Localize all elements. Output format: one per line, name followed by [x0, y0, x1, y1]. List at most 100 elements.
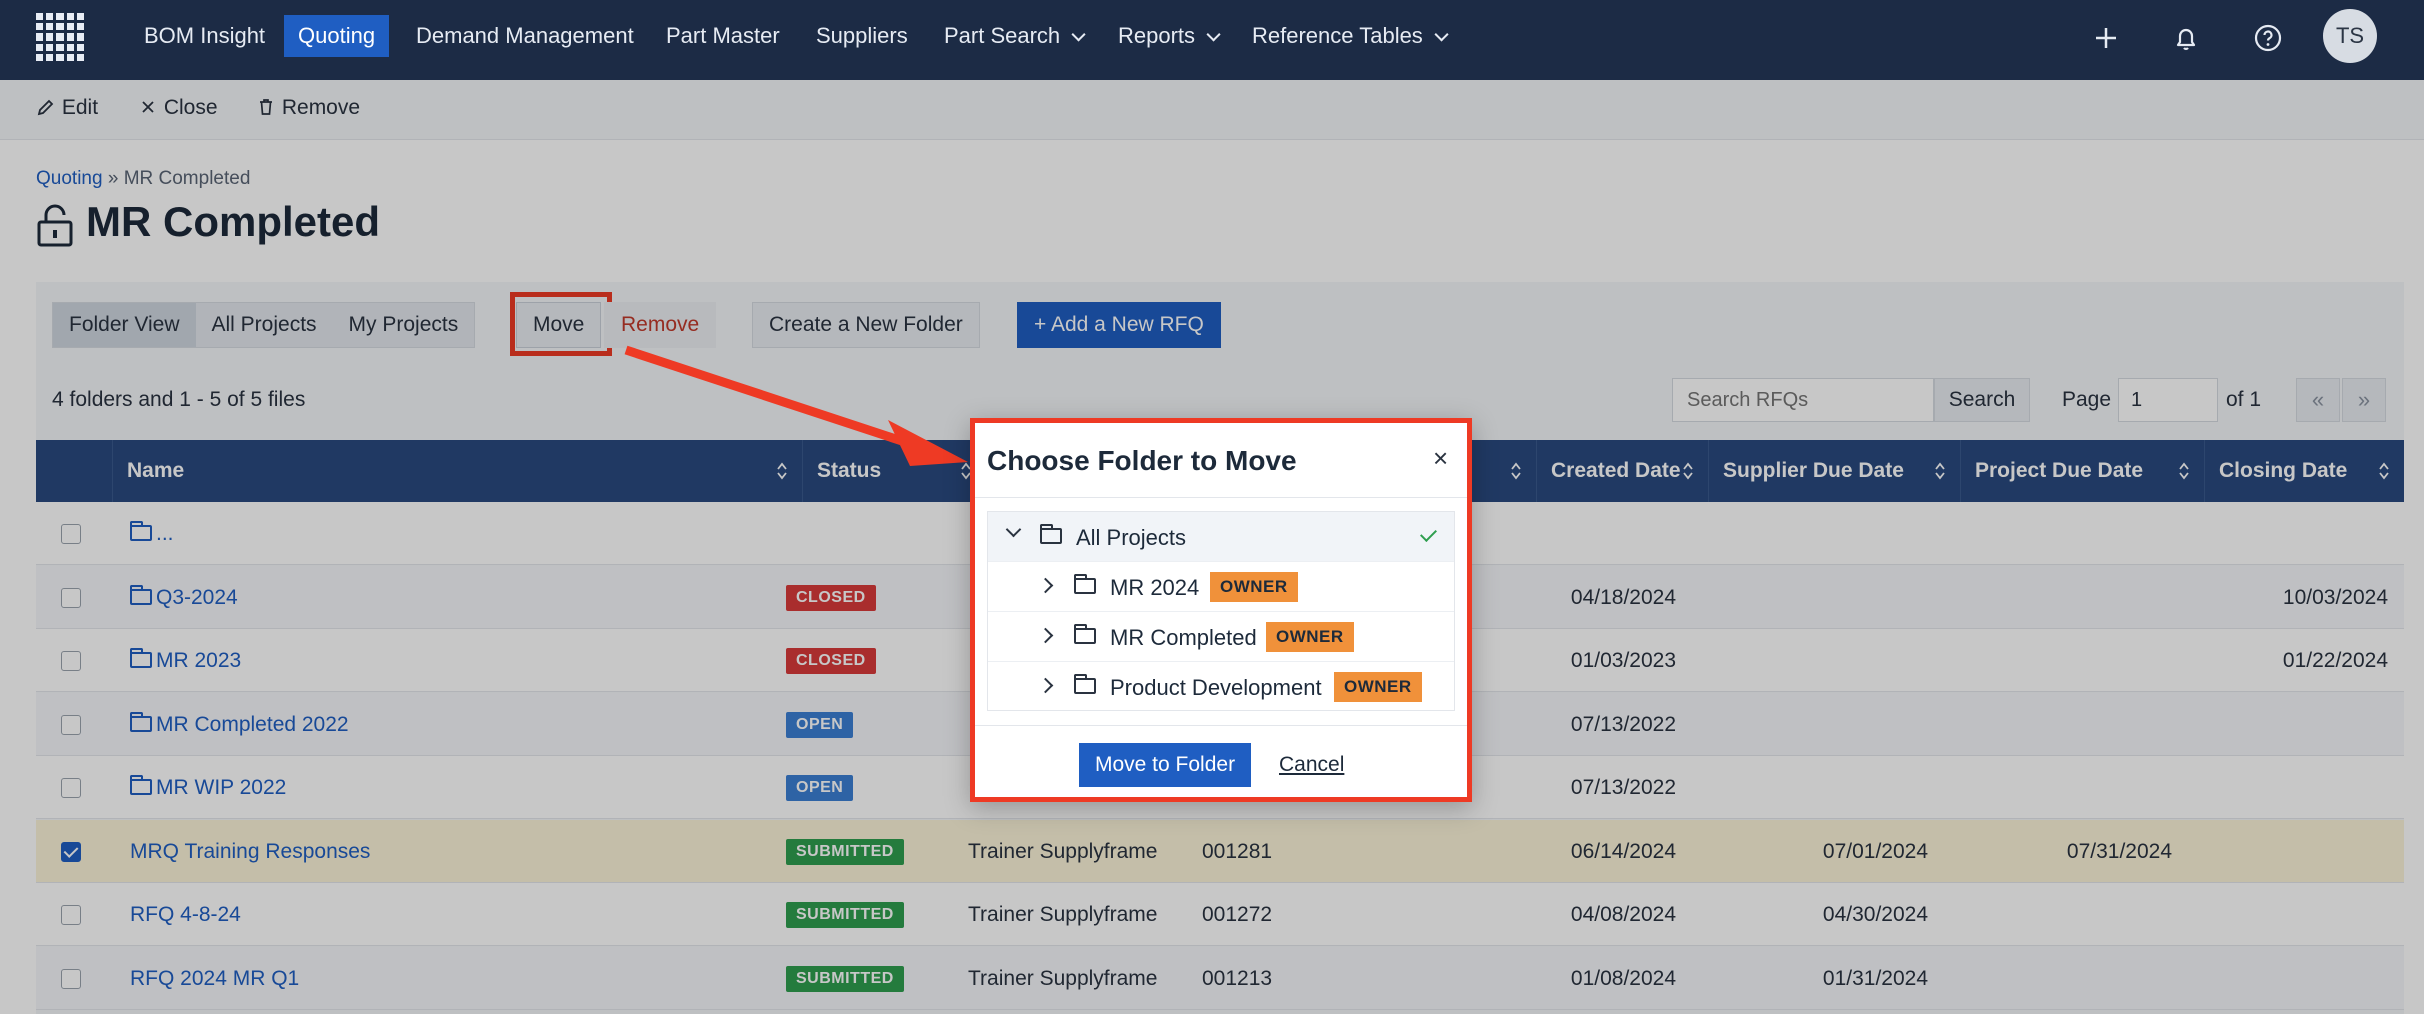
- folder-icon: [130, 775, 152, 795]
- page-number-input[interactable]: [2118, 378, 2218, 422]
- row-name-link[interactable]: MRQ Training Responses: [130, 820, 370, 883]
- tree-item-label: All Projects: [1076, 525, 1187, 550]
- trash-icon: [260, 99, 272, 115]
- grid-logo-icon[interactable]: [36, 13, 84, 61]
- row-name-link[interactable]: MR WIP 2022: [130, 756, 286, 819]
- prev-page-button[interactable]: «: [2296, 378, 2340, 422]
- sort-icon: [1683, 462, 1693, 480]
- folder-icon: [130, 521, 152, 541]
- row-created-date: 01/08/2024: [1570, 966, 1676, 990]
- breadcrumb-quoting-link[interactable]: Quoting: [36, 168, 103, 189]
- nav-part-search-label: Part Search: [944, 23, 1061, 48]
- page-total: of 1: [2226, 388, 2262, 411]
- row-name-link[interactable]: RFQ 2024 MR Q1: [130, 947, 299, 1010]
- row-name-link[interactable]: ...: [130, 502, 174, 565]
- column-name[interactable]: Name: [112, 440, 802, 502]
- next-page-button[interactable]: »: [2342, 378, 2386, 422]
- folder-icon: [130, 711, 152, 732]
- owner-badge: OWNER: [1210, 572, 1298, 602]
- folder-tree: All Projects MR 2024 OWNER MR Completed …: [987, 511, 1455, 711]
- column-supplier-due-label: Supplier Due Date: [1723, 459, 1904, 482]
- nav-suppliers[interactable]: Suppliers: [802, 15, 922, 57]
- select-all-column[interactable]: [36, 440, 112, 502]
- close-button[interactable]: Close: [138, 96, 218, 120]
- tree-item-label: Product Development: [1110, 675, 1322, 700]
- owner-badge: OWNER: [1266, 622, 1354, 652]
- status-badge: CLOSED: [786, 584, 876, 611]
- row-checkbox[interactable]: [61, 841, 81, 862]
- nav-quoting[interactable]: Quoting: [284, 15, 390, 57]
- row-name: MR WIP 2022: [156, 776, 287, 799]
- breadcrumb-current: MR Completed: [123, 168, 251, 189]
- nav-reports[interactable]: Reports: [1104, 15, 1229, 57]
- create-folder-button[interactable]: Create a New Folder: [752, 302, 980, 348]
- chevron-right-icon[interactable]: [1037, 577, 1054, 594]
- tree-item-all-projects[interactable]: All Projects: [988, 512, 1454, 562]
- tree-item-mr-completed[interactable]: MR Completed OWNER: [988, 612, 1454, 662]
- edit-label: Edit: [61, 96, 99, 119]
- remove-label: Remove: [281, 96, 361, 119]
- move-to-folder-button[interactable]: Move to Folder: [1079, 743, 1252, 787]
- row-checkbox[interactable]: [61, 651, 81, 671]
- status-badge: SUBMITTED: [786, 965, 904, 992]
- row-name-link[interactable]: Q3-2024: [130, 566, 238, 629]
- owner-badge: OWNER: [1334, 672, 1422, 702]
- sort-icon: [1935, 462, 1945, 480]
- chevron-down-icon[interactable]: [1005, 521, 1022, 538]
- bell-icon[interactable]: [2168, 20, 2204, 56]
- row-checkbox[interactable]: [61, 905, 81, 925]
- row-checkbox[interactable]: [61, 587, 81, 608]
- column-status[interactable]: Status: [802, 440, 986, 502]
- tree-item-mr-2024[interactable]: MR 2024 OWNER: [988, 562, 1454, 612]
- plus-icon[interactable]: [2088, 20, 2124, 56]
- row-checkbox[interactable]: [61, 524, 81, 544]
- column-closing-date[interactable]: Closing Date: [2204, 440, 2404, 502]
- row-name: MRQ Training Responses: [130, 839, 371, 863]
- row-name-link[interactable]: MR Completed 2022: [130, 693, 349, 756]
- table-row[interactable]: RFQ 2024 MR Q1 SUBMITTED Trainer Supplyfra…: [36, 946, 2404, 1010]
- row-name: RFQ 4-8-24: [130, 903, 241, 926]
- row-name: RFQ 2024 MR Q1: [130, 966, 300, 990]
- add-rfq-button[interactable]: + Add a New RFQ: [1017, 302, 1221, 348]
- search-button[interactable]: Search: [1934, 378, 2030, 422]
- nav-part-search[interactable]: Part Search: [930, 15, 1094, 57]
- folder-icon: [130, 648, 152, 668]
- column-project-due[interactable]: Project Due Date: [1960, 440, 2204, 502]
- close-icon[interactable]: ×: [1433, 443, 1448, 474]
- row-supplier-due-date: 04/30/2024: [1822, 903, 1928, 926]
- nav-demand-management[interactable]: Demand Management: [402, 15, 648, 57]
- folder-open-icon: [1074, 574, 1096, 594]
- cancel-button[interactable]: Cancel: [1279, 753, 1344, 777]
- top-nav: BOM Insight Quoting Demand Management Pa…: [0, 0, 2424, 80]
- column-supplier-due[interactable]: Supplier Due Date: [1708, 440, 1960, 502]
- row-owner: Trainer Supplyframe: [968, 839, 1158, 863]
- avatar[interactable]: TS: [2323, 9, 2377, 63]
- search-input[interactable]: [1672, 378, 1934, 422]
- nav-bom-insight[interactable]: BOM Insight: [130, 15, 279, 57]
- column-created-date[interactable]: Created Date: [1536, 440, 1708, 502]
- table-row[interactable]: MRQ Training Responses SUBMITTED Trainer S…: [36, 819, 2404, 883]
- row-number: 001213: [1202, 966, 1273, 990]
- remove-button[interactable]: Remove: [604, 302, 717, 348]
- remove-toolbar-button[interactable]: Remove: [256, 96, 360, 120]
- row-checkbox[interactable]: [61, 778, 81, 798]
- chevron-right-icon[interactable]: [1037, 677, 1054, 694]
- edit-button[interactable]: Edit: [36, 96, 98, 120]
- tree-item-product-development[interactable]: Product Development OWNER: [988, 662, 1454, 712]
- row-checkbox[interactable]: [61, 714, 81, 735]
- chevron-right-icon[interactable]: [1037, 627, 1054, 644]
- row-status: CLOSED: [786, 629, 876, 692]
- folder-open-icon: [1074, 624, 1096, 644]
- row-created-date: 01/03/2023: [1570, 649, 1676, 672]
- table-row[interactable]: RFQ 4-8-24 SUBMITTED Trainer Supplyframe 00…: [36, 883, 2404, 946]
- row-number: 001281: [1202, 839, 1273, 863]
- row-name-link[interactable]: RFQ 4-8-24: [130, 883, 241, 946]
- folder-view-button[interactable]: Folder View: [53, 303, 196, 347]
- row-name-link[interactable]: MR 2023: [130, 629, 241, 692]
- all-projects-button[interactable]: All Projects: [196, 303, 333, 347]
- nav-part-master[interactable]: Part Master: [652, 15, 794, 57]
- help-icon[interactable]: [2250, 20, 2286, 56]
- nav-reference-tables[interactable]: Reference Tables: [1238, 15, 1457, 57]
- my-projects-button[interactable]: My Projects: [333, 303, 475, 347]
- row-checkbox[interactable]: [61, 968, 81, 989]
